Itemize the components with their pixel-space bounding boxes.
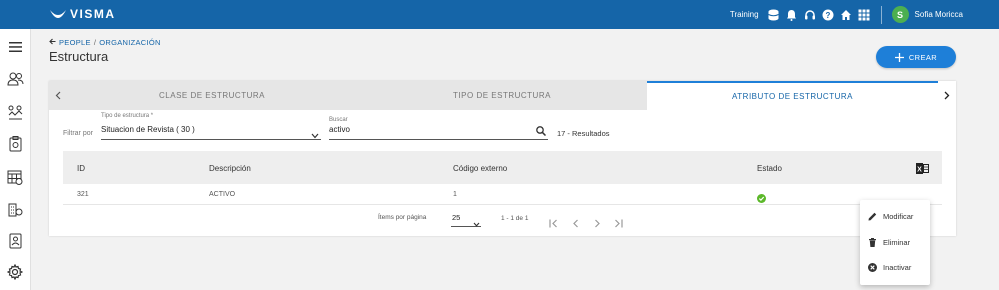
page-size-value: 25 [452, 213, 461, 222]
search-icon[interactable] [536, 123, 547, 141]
breadcrumb: PEOPLE / ORGANIZACIÓN [49, 38, 161, 47]
structure-type-label: Tipo de estructura * [101, 113, 154, 119]
tab-tipo-de-estructura[interactable]: TIPO DE ESTRUCTURA [357, 81, 647, 110]
people-icon[interactable] [6, 70, 24, 88]
menu-item-eliminar[interactable]: Eliminar [868, 235, 910, 249]
breadcrumb-people[interactable]: PEOPLE [59, 38, 91, 47]
avatar[interactable]: S [891, 6, 909, 23]
database-icon[interactable] [765, 6, 783, 24]
tab-scroll-right-icon[interactable] [938, 81, 956, 110]
visma-logo-icon [50, 10, 66, 18]
building-icon[interactable] [6, 200, 24, 218]
structure-card: CLASE DE ESTRUCTURA TIPO DE ESTRUCTURA A… [49, 81, 956, 236]
page-range: 1 - 1 de 1 [501, 215, 529, 222]
pencil-icon [868, 212, 877, 220]
menu-item-label: Eliminar [883, 237, 911, 247]
table-row[interactable]: 321 ACTIVO 1 [63, 184, 942, 205]
previous-page-icon[interactable] [572, 215, 579, 233]
calendar-icon[interactable] [6, 168, 24, 186]
tab-scroll-left-icon[interactable] [49, 81, 67, 110]
brand-name: VISMA [70, 7, 116, 21]
search-label: Buscar [329, 117, 348, 123]
excel-export-icon[interactable]: X [916, 161, 929, 179]
tab-bar: CLASE DE ESTRUCTURA TIPO DE ESTRUCTURA A… [49, 81, 956, 110]
plus-icon [894, 52, 904, 62]
structure-type-select[interactable]: Tipo de estructura * Situacion de Revist… [101, 113, 321, 140]
chevron-down-icon [311, 126, 319, 144]
back-arrow-icon[interactable] [49, 38, 56, 47]
org-chart-icon[interactable] [6, 103, 24, 121]
visma-logo[interactable]: VISMA [50, 7, 116, 21]
top-bar: VISMA Training ? S Sofia Moricca [0, 0, 999, 29]
row-actions-menu: Modificar Eliminar Inactivar [860, 200, 930, 285]
headset-icon[interactable] [801, 6, 819, 24]
tab-atributo-de-estructura[interactable]: ATRIBUTO DE ESTRUCTURA [647, 81, 938, 110]
svg-text:X: X [917, 167, 922, 174]
menu-item-label: Inactivar [883, 262, 912, 272]
menu-item-label: Modificar [883, 211, 914, 221]
divider [880, 5, 882, 24]
menu-icon[interactable] [6, 38, 24, 56]
column-estado[interactable]: Estado [757, 164, 782, 173]
user-name[interactable]: Sofia Moricca [915, 10, 963, 19]
left-nav-rail [0, 29, 31, 290]
table-header: ID Descripción Código externo Estado X [63, 151, 942, 184]
results-count: 17 - Resultados [557, 129, 610, 138]
apps-grid-icon[interactable] [855, 6, 873, 24]
bell-icon[interactable] [783, 6, 801, 24]
structure-type-value: Situacion de Revista ( 30 ) [101, 125, 195, 134]
breadcrumb-separator: / [93, 38, 97, 47]
menu-item-modificar[interactable]: Modificar [868, 209, 913, 223]
page-size-select[interactable]: 25 [451, 210, 481, 227]
cell-descripcion: ACTIVO [209, 191, 236, 198]
clipboard-icon[interactable] [6, 135, 24, 153]
search-value: activo [329, 125, 350, 134]
menu-item-inactivar[interactable]: Inactivar [868, 260, 911, 274]
last-page-icon[interactable] [614, 215, 623, 233]
filter-by-label: Filtrar por [63, 130, 93, 137]
chevron-down-icon [473, 214, 480, 232]
column-descripcion[interactable]: Descripción [209, 164, 251, 173]
next-page-icon[interactable] [594, 215, 601, 233]
training-label: Training [729, 10, 759, 19]
create-button[interactable]: CREAR [876, 46, 956, 68]
home-icon[interactable] [837, 6, 855, 24]
trash-icon [869, 237, 876, 247]
cell-id: 321 [77, 191, 89, 198]
first-page-icon[interactable] [549, 215, 558, 233]
document-icon[interactable] [6, 232, 24, 250]
create-button-label: CREAR [908, 52, 938, 62]
cancel-circle-icon [868, 262, 877, 272]
column-codigo-externo[interactable]: Código externo [453, 164, 507, 173]
search-input[interactable]: Buscar activo [329, 117, 548, 140]
items-per-page-label: Ítems por página [378, 214, 427, 221]
svg-text:?: ? [825, 11, 830, 20]
page-title: Estructura [49, 49, 109, 64]
help-icon[interactable]: ? [819, 6, 837, 24]
column-id[interactable]: ID [77, 164, 85, 173]
settings-icon[interactable] [6, 263, 24, 281]
status-active-icon [757, 190, 766, 208]
breadcrumb-organizacion[interactable]: ORGANIZACIÓN [99, 38, 161, 47]
cell-codigo-externo: 1 [453, 191, 457, 198]
tab-clase-de-estructura[interactable]: CLASE DE ESTRUCTURA [67, 81, 357, 110]
